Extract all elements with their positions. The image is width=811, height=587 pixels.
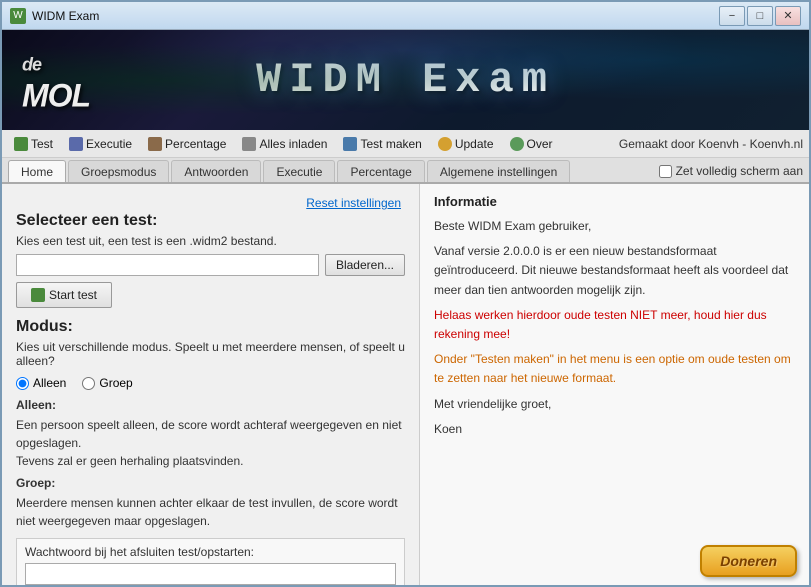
- tab-bar: Home Groepsmodus Antwoorden Executie Per…: [2, 158, 809, 184]
- info-para1: Vanaf versie 2.0.0.0 is er een nieuw bes…: [434, 242, 795, 300]
- browse-button[interactable]: Bladeren...: [325, 254, 405, 276]
- made-by: Gemaakt door Koenvh - Koenvh.nl: [619, 137, 803, 151]
- tab-groepsmodus[interactable]: Groepsmodus: [68, 160, 169, 182]
- update-icon: [438, 137, 452, 151]
- maximize-button[interactable]: □: [747, 6, 773, 26]
- app-icon: W: [10, 8, 26, 24]
- menu-item-executie[interactable]: Executie: [63, 135, 138, 153]
- file-input[interactable]: [16, 254, 319, 276]
- select-test-title: Selecteer een test:: [16, 212, 405, 230]
- close-button[interactable]: ✕: [775, 6, 801, 26]
- radio-groep[interactable]: [82, 377, 95, 390]
- exec-icon: [69, 137, 83, 151]
- right-panel: Informatie Beste WIDM Exam gebruiker, Va…: [419, 184, 809, 587]
- window-controls: − □ ✕: [719, 6, 801, 26]
- info-para2: Helaas werken hierdoor oude testen NIET …: [434, 306, 795, 344]
- menu-item-update[interactable]: Update: [432, 135, 500, 153]
- menu-item-test-maken[interactable]: Test maken: [337, 135, 427, 153]
- modus-radio-row: Alleen Groep: [16, 376, 405, 390]
- window-title: WIDM Exam: [32, 9, 719, 23]
- main-content: Reset instellingen Selecteer een test: K…: [2, 184, 809, 587]
- alleen-info: Alleen: Een persoon speelt alleen, de sc…: [16, 396, 405, 530]
- alleen-desc: Een persoon speelt alleen, de score word…: [16, 416, 405, 470]
- modus-desc: Kies uit verschillende modus. Speelt u m…: [16, 340, 405, 368]
- start-test-button[interactable]: Start test: [16, 282, 112, 308]
- radio-alleen[interactable]: [16, 377, 29, 390]
- groep-desc: Meerdere mensen kunnen achter elkaar de …: [16, 494, 405, 530]
- radio-groep-label[interactable]: Groep: [82, 376, 132, 390]
- start-icon: [31, 288, 45, 302]
- menu-item-over[interactable]: Over: [504, 135, 559, 153]
- info-author: Koen: [434, 420, 795, 439]
- pct-icon: [148, 137, 162, 151]
- donate-area: Doneren: [700, 545, 797, 577]
- alleen-title: Alleen:: [16, 398, 56, 412]
- tab-home[interactable]: Home: [8, 160, 66, 182]
- groep-title: Groep:: [16, 476, 55, 490]
- modus-section: Modus: Kies uit verschillende modus. Spe…: [16, 318, 405, 587]
- header-banner: de MOL WIDM Exam: [2, 30, 809, 130]
- left-panel: Reset instellingen Selecteer een test: K…: [2, 184, 419, 587]
- password-section: Wachtwoord bij het afsluiten test/opstar…: [16, 538, 405, 587]
- test-icon: [14, 137, 28, 151]
- fullscreen-checkbox-label[interactable]: Zet volledig scherm aan: [659, 164, 803, 178]
- fullscreen-checkbox[interactable]: [659, 165, 672, 178]
- about-icon: [510, 137, 524, 151]
- password-label: Wachtwoord bij het afsluiten test/opstar…: [25, 545, 396, 559]
- title-bar: W WIDM Exam − □ ✕: [2, 2, 809, 30]
- minimize-button[interactable]: −: [719, 6, 745, 26]
- menu-bar: Test Executie Percentage Alles inladen T…: [2, 130, 809, 158]
- reset-link[interactable]: Reset instellingen: [16, 194, 405, 212]
- tab-algemene-instellingen[interactable]: Algemene instellingen: [427, 160, 570, 182]
- tab-right-area: Zet volledig scherm aan: [659, 164, 803, 182]
- banner-demol: de MOL: [22, 46, 90, 115]
- info-title: Informatie: [434, 194, 795, 209]
- load-icon: [242, 137, 256, 151]
- info-para3: Onder "Testen maken" in het menu is een …: [434, 350, 795, 388]
- banner-de: de: [22, 55, 41, 75]
- info-text: Beste WIDM Exam gebruiker, Vanaf versie …: [434, 217, 795, 439]
- modus-title: Modus:: [16, 318, 405, 336]
- menu-item-test[interactable]: Test: [8, 135, 59, 153]
- password-input[interactable]: [25, 563, 396, 585]
- menu-item-percentage[interactable]: Percentage: [142, 135, 232, 153]
- info-closing: Met vriendelijke groet,: [434, 395, 795, 414]
- select-test-desc: Kies een test uit, een test is een .widm…: [16, 234, 405, 248]
- banner-title: WIDM Exam: [256, 56, 555, 104]
- banner-mol: MOL: [22, 78, 90, 114]
- donate-button[interactable]: Doneren: [700, 545, 797, 577]
- file-row: Bladeren...: [16, 254, 405, 276]
- tab-antwoorden[interactable]: Antwoorden: [171, 160, 261, 182]
- tab-executie[interactable]: Executie: [263, 160, 335, 182]
- tab-percentage[interactable]: Percentage: [337, 160, 424, 182]
- menu-item-alles-inladen[interactable]: Alles inladen: [236, 135, 333, 153]
- make-icon: [343, 137, 357, 151]
- info-greeting: Beste WIDM Exam gebruiker,: [434, 217, 795, 236]
- radio-alleen-label[interactable]: Alleen: [16, 376, 66, 390]
